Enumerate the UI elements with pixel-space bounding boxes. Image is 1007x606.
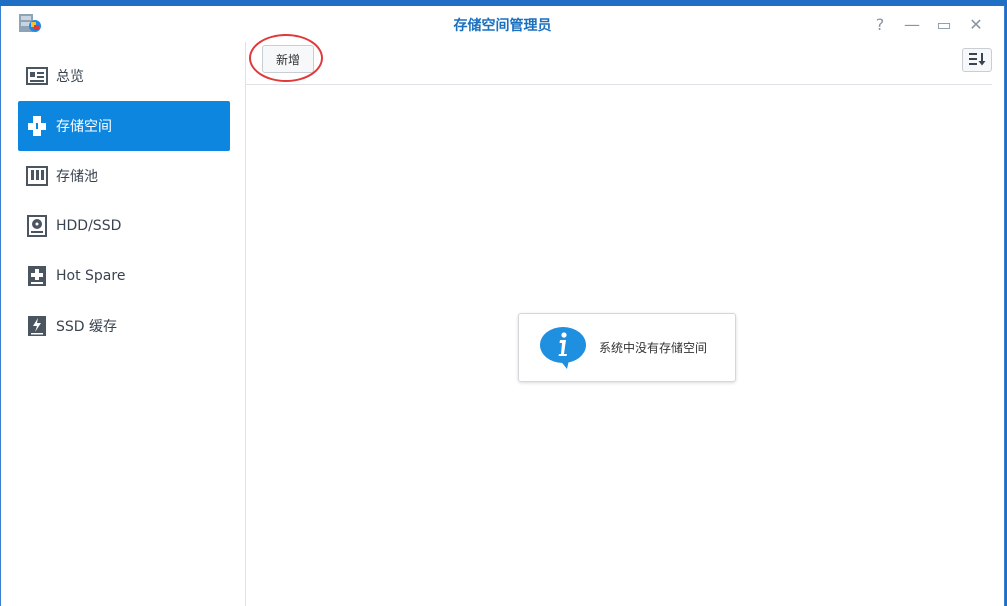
sort-icon	[968, 51, 986, 70]
sidebar-item-volume[interactable]: 存储空间	[18, 101, 230, 151]
sidebar: 总览 存储空间 存储池 HDD/SSD Hot Spare SSD 缓存	[1, 42, 246, 606]
sidebar-item-storage-pool[interactable]: 存储池	[18, 151, 230, 201]
hot-spare-icon	[26, 265, 48, 287]
sidebar-item-label: 存储空间	[56, 119, 112, 135]
overview-icon	[26, 65, 48, 87]
sidebar-item-label: 总览	[56, 69, 84, 85]
help-icon[interactable]: ?	[864, 12, 896, 36]
sidebar-item-label: HDD/SSD	[56, 218, 122, 234]
disk-icon	[26, 215, 48, 237]
storage-pool-icon	[26, 165, 48, 187]
toolbar: 新增	[246, 34, 992, 85]
sidebar-item-overview[interactable]: 总览	[18, 51, 230, 101]
title-bar[interactable]: 存储空间管理员 ? — ▭ ✕	[1, 6, 1004, 42]
volume-cubes-icon	[26, 115, 48, 137]
empty-state-card: 系统中没有存储空间	[518, 313, 736, 382]
window-title: 存储空间管理员	[453, 18, 552, 34]
sidebar-item-label: 存储池	[56, 169, 98, 185]
new-button[interactable]: 新增	[262, 45, 314, 73]
sidebar-item-hot-spare[interactable]: Hot Spare	[18, 251, 230, 301]
minimize-icon[interactable]: —	[896, 12, 928, 36]
ssd-cache-icon	[26, 315, 48, 337]
maximize-icon[interactable]: ▭	[928, 12, 960, 36]
main-panel: 新增 系统中没有存储空间	[246, 34, 1004, 606]
close-icon[interactable]: ✕	[960, 12, 992, 36]
empty-state-message: 系统中没有存储空间	[599, 341, 708, 355]
sort-button[interactable]	[962, 48, 992, 72]
sidebar-item-label: SSD 缓存	[56, 319, 118, 335]
sidebar-item-label: Hot Spare	[56, 268, 126, 284]
app-window: 存储空间管理员 ? — ▭ ✕ 总览 存储空间 存储池 HDD/SSD Hot …	[0, 6, 1005, 606]
info-bubble-icon	[539, 326, 589, 370]
sidebar-item-ssd-cache[interactable]: SSD 缓存	[18, 301, 230, 351]
sidebar-item-hdd-ssd[interactable]: HDD/SSD	[18, 201, 230, 251]
